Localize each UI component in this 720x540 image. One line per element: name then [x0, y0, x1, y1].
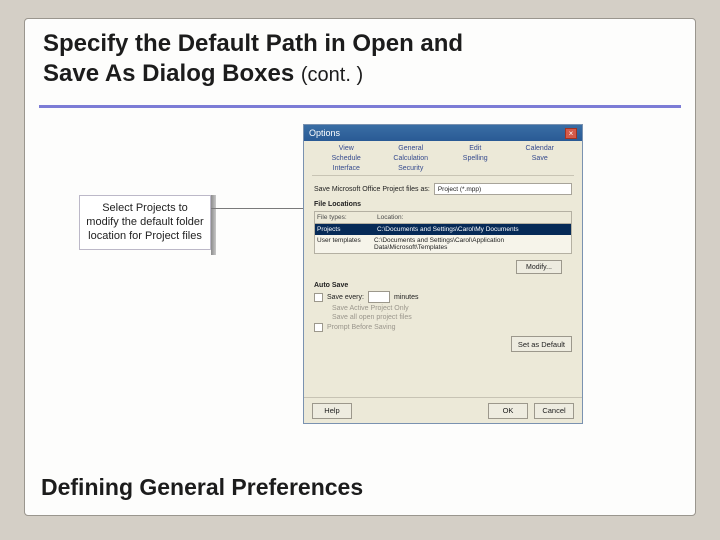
tab-security[interactable]: Security [379, 165, 444, 172]
tab-view[interactable]: View [314, 145, 379, 152]
set-default-button[interactable]: Set as Default [511, 336, 572, 352]
save-as-select[interactable]: Project (*.mpp) [434, 183, 572, 195]
save-every-label: Save every: [327, 294, 364, 301]
save-section: Save Microsoft Office Project files as: … [304, 176, 582, 197]
callout-shadow [211, 195, 216, 255]
cancel-button[interactable]: Cancel [534, 403, 574, 419]
opt-all-open: Save all open project files [332, 314, 412, 321]
minutes-label: minutes [394, 294, 419, 301]
save-every-spinner[interactable] [368, 291, 390, 303]
title-line-1: Specify the Default Path in Open and [43, 30, 463, 57]
col-location: Location: [377, 214, 403, 221]
file-locations-header: File Locations [314, 201, 572, 208]
save-every-checkbox[interactable] [314, 293, 323, 302]
title-line-2: Save As Dialog Boxes [43, 60, 301, 87]
tab-general[interactable]: General [379, 145, 444, 152]
callout-connector [211, 208, 303, 209]
tab-calendar[interactable]: Calendar [508, 145, 573, 152]
prompt-checkbox[interactable] [314, 323, 323, 332]
table-head: File types: Location: [315, 212, 571, 224]
title-rule [39, 105, 681, 108]
file-locations-section: File Locations File types: Location: Pro… [304, 197, 582, 276]
close-icon[interactable]: × [565, 128, 577, 139]
tab-schedule[interactable]: Schedule [314, 155, 379, 162]
slide-title: Specify the Default Path in Open and Sav… [43, 29, 673, 89]
tabs: View General Edit Calendar Schedule Calc… [304, 141, 582, 172]
table-row-templates[interactable]: User templates C:\Documents and Settings… [315, 235, 571, 253]
footer-title: Defining General Preferences [41, 474, 363, 501]
title-cont: (cont. ) [301, 64, 363, 86]
opt-active-only: Save Active Project Only [332, 305, 409, 312]
slide-card: Specify the Default Path in Open and Sav… [24, 18, 696, 516]
tab-save[interactable]: Save [508, 155, 573, 162]
table-row-projects[interactable]: Projects C:\Documents and Settings\Carol… [315, 224, 571, 235]
modify-button[interactable]: Modify... [516, 260, 562, 274]
options-dialog: Options × View General Edit Calendar Sch… [303, 124, 583, 424]
prompt-label: Prompt Before Saving [327, 324, 395, 331]
autosave-section: Auto Save Save every: minutes Save Activ… [304, 276, 582, 354]
autosave-header: Auto Save [314, 282, 572, 289]
save-as-label: Save Microsoft Office Project files as: [314, 186, 430, 193]
dialog-titlebar: Options × [304, 125, 582, 141]
dialog-title: Options [309, 128, 340, 138]
button-bar: Help OK Cancel [304, 397, 582, 423]
tab-edit[interactable]: Edit [443, 145, 508, 152]
tab-calculation[interactable]: Calculation [379, 155, 444, 162]
help-button[interactable]: Help [312, 403, 352, 419]
callout-box: Select Projects to modify the default fo… [79, 195, 211, 250]
ok-button[interactable]: OK [488, 403, 528, 419]
tab-spelling[interactable]: Spelling [443, 155, 508, 162]
col-file-types: File types: [317, 214, 377, 221]
callout-text: Select Projects to modify the default fo… [86, 202, 203, 242]
tab-interface[interactable]: Interface [314, 165, 379, 172]
